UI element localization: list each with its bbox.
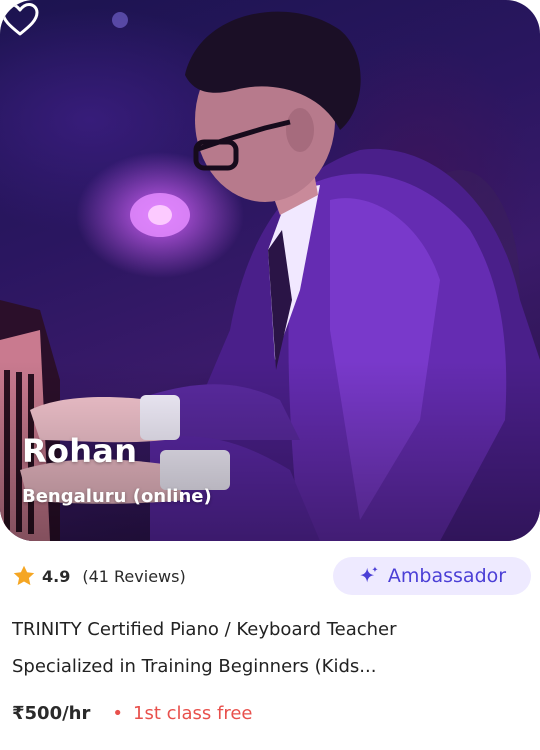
sparkle-icon: [360, 566, 378, 583]
star-icon: [13, 565, 35, 586]
badge-label: Ambassador: [387, 565, 507, 587]
price-per-hour: ₹500/hr: [12, 702, 91, 724]
rating-value: 4.9: [42, 566, 71, 586]
teacher-name: Rohan: [22, 432, 138, 470]
heart-outline-icon[interactable]: [0, 0, 40, 40]
teacher-photo[interactable]: Rohan Bengaluru (online): [0, 0, 540, 541]
ambassador-badge: Ambassador: [333, 557, 531, 595]
separator-dot: •: [112, 702, 123, 724]
teacher-location: Bengaluru (online): [22, 486, 212, 507]
first-class-free-offer: 1st class free: [133, 702, 253, 724]
description-line: TRINITY Certified Piano / Keyboard Teach…: [12, 619, 397, 640]
teacher-card[interactable]: Rohan Bengaluru (online) 4.9 (41 Reviews…: [0, 0, 540, 750]
review-count[interactable]: (41 Reviews): [82, 567, 185, 586]
description-line: Specialized in Training Beginners (Kids.…: [12, 656, 377, 677]
price-row: ₹500/hr • 1st class free: [12, 698, 253, 728]
rating-row: 4.9 (41 Reviews): [12, 560, 186, 592]
teacher-description[interactable]: TRINITY Certified Piano / Keyboard Teach…: [12, 611, 512, 685]
